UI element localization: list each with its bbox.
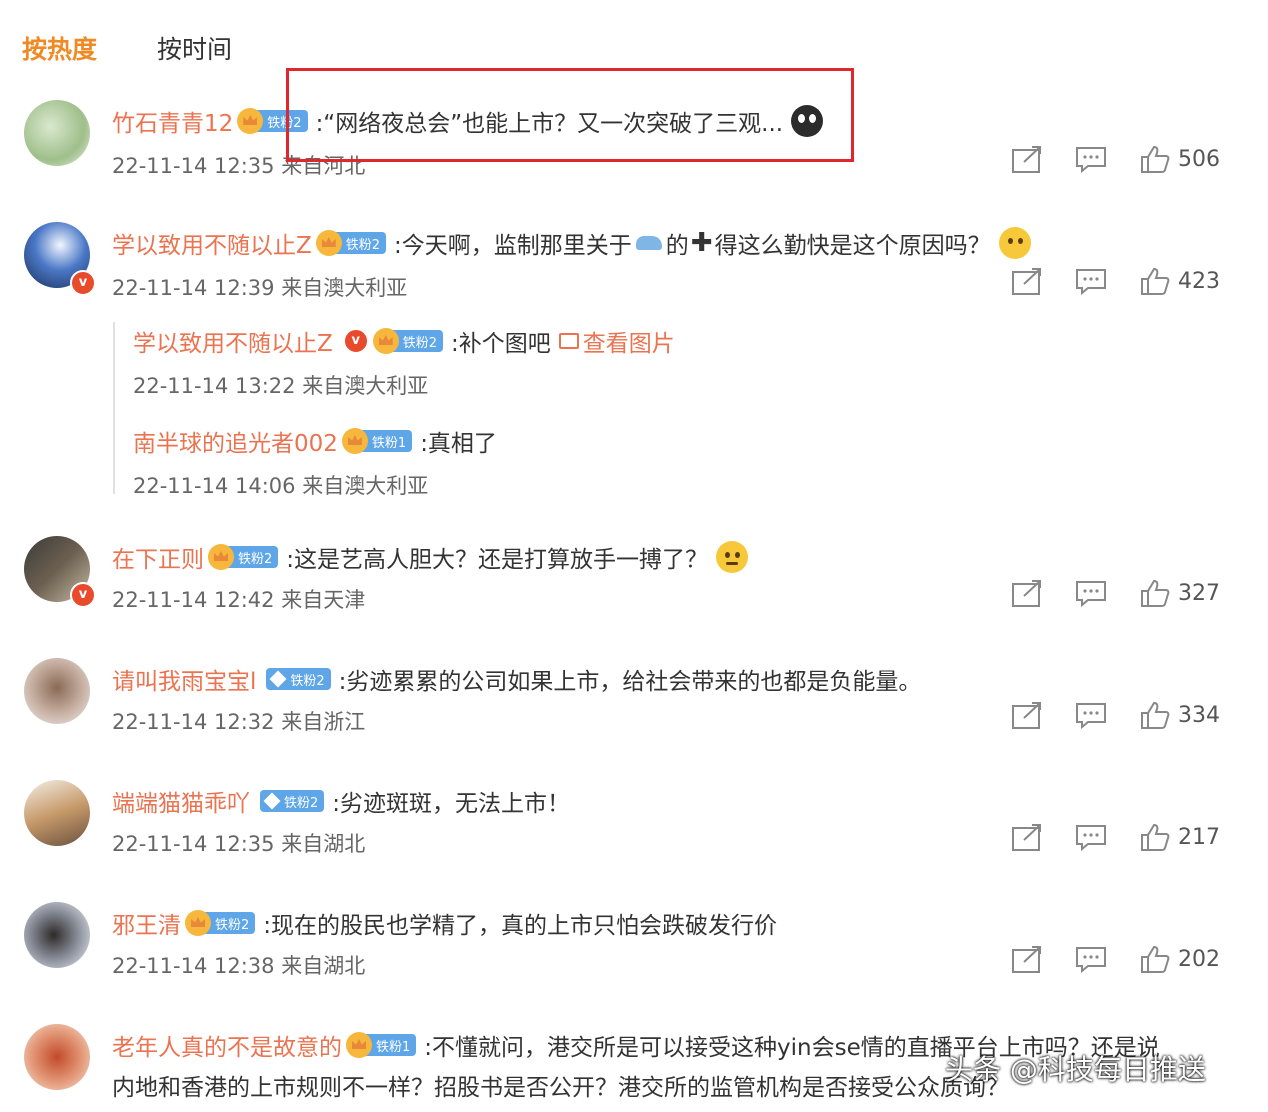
crown-icon — [372, 328, 399, 354]
comment-meta: 22-11-14 12:32 来自浙江 — [112, 710, 366, 734]
username[interactable]: 端端猫猫乖吖 — [112, 784, 250, 818]
username[interactable]: 竹石青青12 — [112, 104, 233, 138]
avatar[interactable] — [24, 902, 90, 968]
share-icon[interactable] — [1010, 578, 1044, 608]
view-image-label: 查看图片 — [582, 331, 675, 357]
comment-text: :劣迹累累的公司如果上市，给社会带来的也都是负能量。 — [338, 669, 922, 695]
like-count: 334 — [1178, 702, 1220, 728]
like-icon[interactable] — [1138, 266, 1172, 296]
highlight-box — [286, 68, 854, 162]
badge-label: 铁粉2 — [215, 917, 250, 933]
reply-text: :补个图吧 — [451, 331, 551, 357]
comment-icon[interactable] — [1074, 266, 1108, 296]
badge-label: 铁粉2 — [290, 673, 325, 689]
share-icon[interactable] — [1010, 944, 1044, 974]
avatar[interactable] — [24, 780, 90, 846]
share-icon[interactable] — [1010, 266, 1044, 296]
crown-icon — [185, 910, 211, 936]
avatar[interactable] — [24, 1024, 90, 1090]
reply-meta: 22-11-14 13:22 来自澳大利亚 — [133, 374, 429, 398]
fan-badge: 铁粉2 — [372, 328, 444, 354]
comment-text: 的 — [665, 233, 689, 259]
diamond-icon — [269, 670, 287, 688]
reply-meta: 22-11-14 14:06 来自澳大利亚 — [133, 474, 429, 498]
username[interactable]: 在下正则 — [112, 540, 204, 574]
share-icon[interactable] — [1010, 700, 1044, 730]
badge-label: 铁粉1 — [376, 1039, 411, 1055]
comment-text: :劣迹斑斑，无法上市！ — [332, 791, 571, 817]
username[interactable]: 学以致用不随以止Z — [112, 226, 312, 260]
plus-icon: ✚ — [690, 228, 713, 258]
comment-text-continued: 内地和香港的上市规则不一样？招股书是否公开？港交所的监管机构是否接受公众质询？ — [112, 1075, 1009, 1101]
like-count: 506 — [1178, 146, 1220, 172]
like-icon[interactable] — [1138, 578, 1172, 608]
comment-text: :这是艺高人胆大？还是打算放手一搏了？ — [286, 547, 709, 573]
fan-badge: 铁粉2 — [266, 668, 331, 690]
share-icon[interactable] — [1010, 144, 1044, 174]
badge-label: 铁粉2 — [345, 237, 381, 253]
comment-meta: 22-11-14 12:39 来自澳大利亚 — [112, 276, 408, 300]
avatar[interactable] — [24, 100, 90, 166]
comment-icon[interactable] — [1074, 822, 1108, 852]
comment-text: 得这么勤快是这个原因吗？ — [714, 233, 991, 259]
sort-tabs: 按热度 按时间 — [22, 30, 232, 66]
like-icon[interactable] — [1138, 944, 1172, 974]
watermark: 头条 @科技每日推送 — [945, 1053, 1206, 1086]
verified-icon: v — [342, 328, 369, 354]
tab-by-time[interactable]: 按时间 — [157, 30, 232, 66]
badge-label: 铁粉2 — [402, 335, 438, 351]
verified-icon: v — [70, 582, 96, 608]
username[interactable]: 学以致用不随以止Z — [133, 324, 333, 358]
sub-replies: 学以致用不随以止Z v 铁粉2 :补个图吧 查看图片 22-11-14 13:2… — [113, 322, 815, 498]
tab-by-hotness[interactable]: 按热度 — [22, 30, 97, 66]
comment-meta: 22-11-14 12:42 来自天津 — [112, 588, 366, 612]
sweat-emoji-icon — [716, 541, 749, 573]
crown-icon — [341, 428, 368, 454]
comment-text: :现在的股民也学精了，真的上市只怕会跌破发行价 — [263, 913, 778, 939]
diamond-icon — [263, 792, 281, 810]
crown-icon — [237, 108, 264, 134]
like-icon[interactable] — [1138, 700, 1172, 730]
crown-icon — [346, 1032, 372, 1058]
comment-icon[interactable] — [1074, 700, 1108, 730]
fan-badge: 铁粉1 — [346, 1032, 417, 1058]
shoe-icon — [635, 236, 662, 250]
like-count: 217 — [1178, 824, 1220, 850]
like-icon[interactable] — [1138, 822, 1172, 852]
comment-icon[interactable] — [1074, 944, 1108, 974]
badge-label: 铁粉1 — [371, 435, 407, 451]
fan-badge: 铁粉2 — [185, 910, 256, 936]
like-count: 202 — [1178, 946, 1220, 972]
comment-text: :今天啊，监制那里关于 — [394, 233, 632, 259]
avatar[interactable] — [24, 658, 90, 724]
verified-icon: v — [70, 270, 96, 296]
fan-badge: 铁粉2 — [315, 230, 387, 256]
crown-icon — [315, 230, 342, 256]
thinking-emoji-icon — [998, 227, 1031, 259]
share-icon[interactable] — [1010, 822, 1044, 852]
username[interactable]: 邪王清 — [112, 906, 181, 940]
fan-badge: 铁粉1 — [341, 428, 413, 454]
badge-label: 铁粉2 — [284, 795, 319, 811]
view-image-link[interactable]: 查看图片 — [558, 324, 675, 358]
reply-text: :真相了 — [420, 431, 497, 457]
comment-icon[interactable] — [1074, 578, 1108, 608]
comment-icon[interactable] — [1074, 144, 1108, 174]
username[interactable]: 请叫我雨宝宝l — [112, 662, 256, 696]
comment-meta: 22-11-14 12:35 来自湖北 — [112, 832, 366, 856]
badge-label: 铁粉2 — [238, 551, 273, 567]
like-icon[interactable] — [1138, 144, 1172, 174]
username[interactable]: 老年人真的不是故意的 — [112, 1028, 342, 1062]
like-count: 423 — [1178, 268, 1220, 294]
fan-badge: 铁粉2 — [208, 544, 279, 570]
like-count: 327 — [1178, 580, 1220, 606]
fan-badge: 铁粉2 — [260, 790, 325, 812]
crown-icon — [208, 544, 234, 570]
username[interactable]: 南半球的追光者002 — [133, 424, 338, 458]
image-icon — [558, 333, 579, 349]
comment-meta: 22-11-14 12:38 来自湖北 — [112, 954, 366, 978]
